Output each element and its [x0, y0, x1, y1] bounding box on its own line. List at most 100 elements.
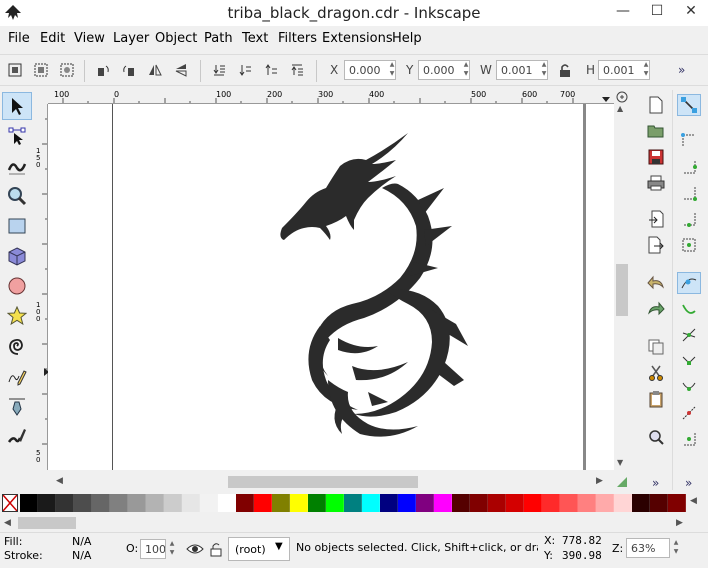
node-tool[interactable] [2, 122, 32, 150]
menu-text[interactable]: Text [242, 31, 268, 46]
color-swatch[interactable] [416, 494, 434, 512]
save-button[interactable] [644, 146, 668, 168]
close-button[interactable]: ✕ [674, 0, 708, 22]
color-swatch[interactable] [524, 494, 542, 512]
color-swatch[interactable] [578, 494, 596, 512]
color-swatch[interactable] [398, 494, 416, 512]
lower-button[interactable] [234, 59, 256, 81]
horizontal-scrollbar[interactable]: ◀ ▶ [48, 474, 614, 490]
vertical-scroll-thumb[interactable] [616, 264, 628, 316]
menu-object[interactable]: Object [155, 31, 197, 46]
y-spin-arrows[interactable]: ▲ ▼ [461, 60, 471, 80]
color-swatch[interactable] [326, 494, 344, 512]
zoom-tool[interactable] [2, 182, 32, 210]
lock-proportions-button[interactable] [554, 59, 576, 81]
minimize-button[interactable]: — [606, 0, 640, 22]
color-swatch[interactable] [506, 494, 524, 512]
maximize-button[interactable]: ☐ [640, 0, 674, 22]
color-swatch[interactable] [38, 494, 56, 512]
rotate-cw-button[interactable] [118, 59, 140, 81]
color-swatch[interactable] [56, 494, 74, 512]
toggle-layer-visibility-button[interactable] [184, 539, 206, 559]
color-swatch[interactable] [182, 494, 200, 512]
color-swatch[interactable] [128, 494, 146, 512]
toggle-layer-lock-button[interactable] [206, 539, 226, 559]
snap-object-center-button[interactable] [677, 428, 701, 450]
snap-overflow-button[interactable]: » [685, 476, 692, 490]
color-swatch[interactable] [344, 494, 362, 512]
tweak-tool[interactable] [2, 152, 32, 180]
color-swatch[interactable] [254, 494, 272, 512]
raise-button[interactable] [260, 59, 282, 81]
snap-paths-button[interactable] [677, 298, 701, 320]
deselect-button[interactable] [56, 59, 78, 81]
color-swatch[interactable] [452, 494, 470, 512]
color-swatch[interactable] [92, 494, 110, 512]
layer-dropdown[interactable]: (root) ▼ [228, 537, 290, 561]
snap-midpoints-button[interactable] [677, 402, 701, 424]
menu-edit[interactable]: Edit [40, 31, 65, 46]
open-button[interactable] [644, 120, 668, 142]
flip-horizontal-button[interactable] [144, 59, 166, 81]
calligraphy-tool[interactable] [2, 422, 32, 450]
no-paint-swatch[interactable] [2, 494, 18, 512]
zoom-toggle-button[interactable] [614, 90, 630, 104]
snap-bbox-midpoint-button[interactable] [677, 208, 701, 230]
select-all-button[interactable] [4, 59, 26, 81]
x-spin-arrows[interactable]: ▲ ▼ [387, 60, 397, 80]
import-button[interactable] [644, 208, 668, 230]
menu-filters[interactable]: Filters [278, 31, 317, 46]
scroll-right-arrow[interactable]: ▶ [596, 476, 603, 486]
color-swatch[interactable] [236, 494, 254, 512]
copy-button[interactable] [644, 336, 668, 358]
rotate-ccw-button[interactable] [92, 59, 114, 81]
spiral-tool[interactable] [2, 332, 32, 360]
palette-menu-arrow[interactable]: ◀ [690, 496, 697, 506]
select-all-layers-button[interactable] [30, 59, 52, 81]
scroll-up-arrow[interactable]: ▲ [617, 104, 623, 113]
raise-to-top-button[interactable] [286, 59, 308, 81]
zoom-spin-arrows[interactable]: ▲ ▼ [671, 538, 681, 558]
undo-button[interactable] [644, 272, 668, 294]
color-swatch[interactable] [74, 494, 92, 512]
drawing-canvas[interactable] [48, 104, 614, 470]
horizontal-scroll-thumb[interactable] [228, 476, 418, 488]
menu-extensions[interactable]: Extensions [322, 31, 393, 46]
snap-smooth-nodes-button[interactable] [677, 376, 701, 398]
color-swatch[interactable] [110, 494, 128, 512]
snap-cusp-nodes-button[interactable] [677, 350, 701, 372]
flip-vertical-button[interactable] [170, 59, 192, 81]
export-button[interactable] [644, 234, 668, 256]
fill-value[interactable]: N/A [72, 535, 91, 548]
stroke-value[interactable]: N/A [72, 549, 91, 562]
color-management-toggle[interactable] [614, 474, 630, 490]
color-swatch[interactable] [650, 494, 668, 512]
pen-tool[interactable] [2, 392, 32, 420]
scroll-left-arrow[interactable]: ◀ [56, 476, 63, 486]
vertical-scrollbar[interactable]: ▲ ▼ [614, 104, 630, 470]
color-swatch[interactable] [560, 494, 578, 512]
color-swatch[interactable] [164, 494, 182, 512]
zoom-field[interactable] [626, 538, 670, 558]
color-swatch[interactable] [596, 494, 614, 512]
color-swatch[interactable] [668, 494, 686, 512]
snap-toggle-button[interactable] [677, 94, 701, 116]
toolbar-overflow-button[interactable]: » [678, 63, 685, 77]
menu-layer[interactable]: Layer [113, 31, 149, 46]
palette-scroll-thumb[interactable] [18, 517, 76, 529]
color-swatch[interactable] [290, 494, 308, 512]
h-spin-arrows[interactable]: ▲ ▼ [641, 60, 651, 80]
color-swatch[interactable] [542, 494, 560, 512]
menu-view[interactable]: View [74, 31, 105, 46]
color-swatch[interactable] [380, 494, 398, 512]
opacity-field[interactable] [140, 539, 166, 559]
redo-button[interactable] [644, 298, 668, 320]
zoom-selection-button[interactable] [644, 426, 668, 448]
w-spin-arrows[interactable]: ▲ ▼ [539, 60, 549, 80]
menu-path[interactable]: Path [204, 31, 233, 46]
star-tool[interactable] [2, 302, 32, 330]
paste-button[interactable] [644, 388, 668, 410]
snap-intersection-button[interactable] [677, 324, 701, 346]
color-swatch[interactable] [20, 494, 38, 512]
color-swatch[interactable] [146, 494, 164, 512]
